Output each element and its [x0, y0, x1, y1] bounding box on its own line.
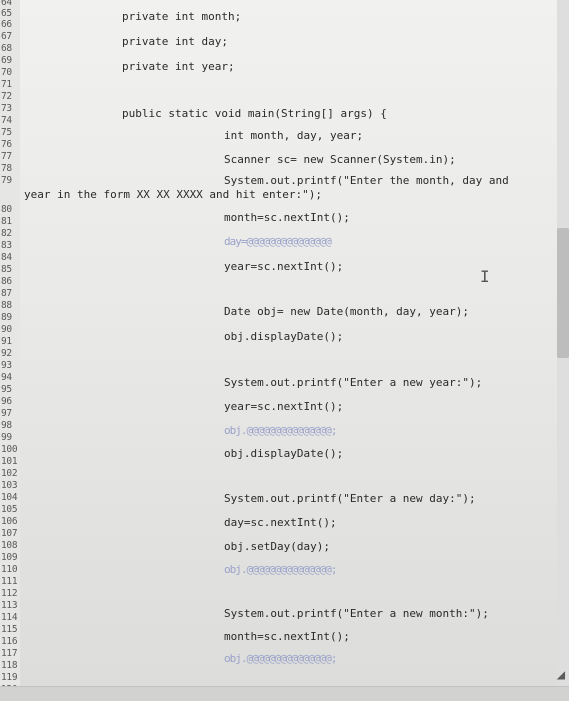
code-line[interactable]: System.out.printf("Enter a new month:"); — [224, 607, 489, 621]
code-line[interactable]: year in the form XX XX XXXX and hit ente… — [24, 188, 322, 202]
code-line[interactable]: private int month; — [122, 10, 241, 24]
line-number: 85 — [1, 264, 12, 275]
code-line[interactable]: System.out.printf("Enter a new day:"); — [224, 492, 476, 506]
code-line[interactable]: private int year; — [122, 60, 235, 74]
line-number: 106 — [1, 516, 18, 527]
line-number: 98 — [1, 420, 12, 431]
line-number: 75 — [1, 127, 12, 138]
code-line[interactable]: Scanner sc= new Scanner(System.in); — [224, 153, 456, 167]
line-number: 93 — [1, 360, 12, 371]
bottom-toolbar — [0, 686, 569, 701]
vertical-scrollbar[interactable] — [557, 0, 569, 700]
code-line-redacted[interactable]: obj.@@@@@@@@@@@@@@@; — [224, 563, 337, 577]
code-line[interactable]: month=sc.nextInt(); — [224, 211, 350, 225]
line-number: 82 — [1, 228, 12, 239]
line-number: 72 — [1, 91, 12, 102]
line-number: 80 — [1, 204, 12, 215]
code-line[interactable]: public static void main(String[] args) { — [122, 107, 387, 121]
code-line[interactable]: int month, day, year; — [224, 129, 363, 143]
code-line[interactable]: month=sc.nextInt(); — [224, 630, 350, 644]
line-number: 99 — [1, 432, 12, 443]
line-number: 111 — [1, 576, 18, 587]
code-line[interactable]: private int day; — [122, 35, 228, 49]
line-number: 77 — [1, 151, 12, 162]
code-line[interactable]: obj.displayDate(); — [224, 330, 343, 344]
line-number: 97 — [1, 408, 12, 419]
line-number: 114 — [1, 612, 18, 623]
line-number: 102 — [1, 468, 18, 479]
code-line[interactable]: System.out.printf("Enter a new year:"); — [224, 376, 482, 390]
line-number: 101 — [1, 456, 18, 467]
line-number: 89 — [1, 312, 12, 323]
line-number: 92 — [1, 348, 12, 359]
line-number: 110 — [1, 564, 18, 575]
line-number: 69 — [1, 55, 12, 66]
line-number: 113 — [1, 600, 18, 611]
line-number: 115 — [1, 624, 18, 635]
line-number: 78 — [1, 163, 12, 174]
code-editor[interactable]: 64 65 66 67 68 69 70 71 72 73 74 75 76 7… — [0, 0, 569, 701]
line-number: 88 — [1, 300, 12, 311]
line-number: 66 — [1, 19, 12, 30]
line-number: 65 — [1, 8, 12, 19]
line-number: 117 — [1, 648, 18, 659]
line-number: 79 — [1, 175, 12, 186]
line-number: 86 — [1, 276, 12, 287]
code-line-redacted[interactable]: day=@@@@@@@@@@@@@@@ — [224, 235, 332, 249]
code-line-redacted[interactable]: obj.@@@@@@@@@@@@@@@; — [224, 424, 337, 438]
code-line[interactable]: System.out.printf("Enter the month, day … — [224, 174, 509, 188]
line-number: 119 — [1, 672, 18, 683]
line-number: 94 — [1, 372, 12, 383]
line-number: 104 — [1, 492, 18, 503]
line-number: 64 — [1, 0, 12, 8]
line-number: 109 — [1, 552, 18, 563]
line-number: 83 — [1, 240, 12, 251]
line-number: 84 — [1, 252, 12, 263]
line-number: 87 — [1, 288, 12, 299]
line-number: 76 — [1, 139, 12, 150]
i-beam-cursor-icon: I — [480, 267, 490, 286]
code-line[interactable]: Date obj= new Date(month, day, year); — [224, 305, 469, 319]
code-line-redacted[interactable]: obj.@@@@@@@@@@@@@@@; — [224, 652, 337, 666]
code-line[interactable]: year=sc.nextInt(); — [224, 260, 343, 274]
line-number: 96 — [1, 396, 12, 407]
line-number: 73 — [1, 103, 12, 114]
line-number: 74 — [1, 115, 12, 126]
line-number: 70 — [1, 67, 12, 78]
line-number: 90 — [1, 324, 12, 335]
code-line[interactable]: obj.setDay(day); — [224, 540, 330, 554]
line-number: 100 — [1, 444, 18, 455]
line-number: 118 — [1, 660, 18, 671]
line-number: 81 — [1, 216, 12, 227]
line-number: 71 — [1, 79, 12, 90]
line-number: 103 — [1, 480, 18, 491]
line-number: 95 — [1, 384, 12, 395]
line-number: 112 — [1, 588, 18, 599]
line-number: 91 — [1, 336, 12, 347]
line-number: 67 — [1, 31, 12, 42]
code-line[interactable]: year=sc.nextInt(); — [224, 400, 343, 414]
line-number: 116 — [1, 636, 18, 647]
line-number: 68 — [1, 43, 12, 54]
scrollbar-thumb[interactable] — [557, 228, 569, 358]
line-number: 105 — [1, 504, 18, 515]
code-line[interactable]: day=sc.nextInt(); — [224, 516, 337, 530]
line-number: 108 — [1, 540, 18, 551]
code-line[interactable]: obj.displayDate(); — [224, 447, 343, 461]
line-number: 107 — [1, 528, 18, 539]
resize-corner-icon[interactable]: ◢ — [557, 667, 565, 683]
